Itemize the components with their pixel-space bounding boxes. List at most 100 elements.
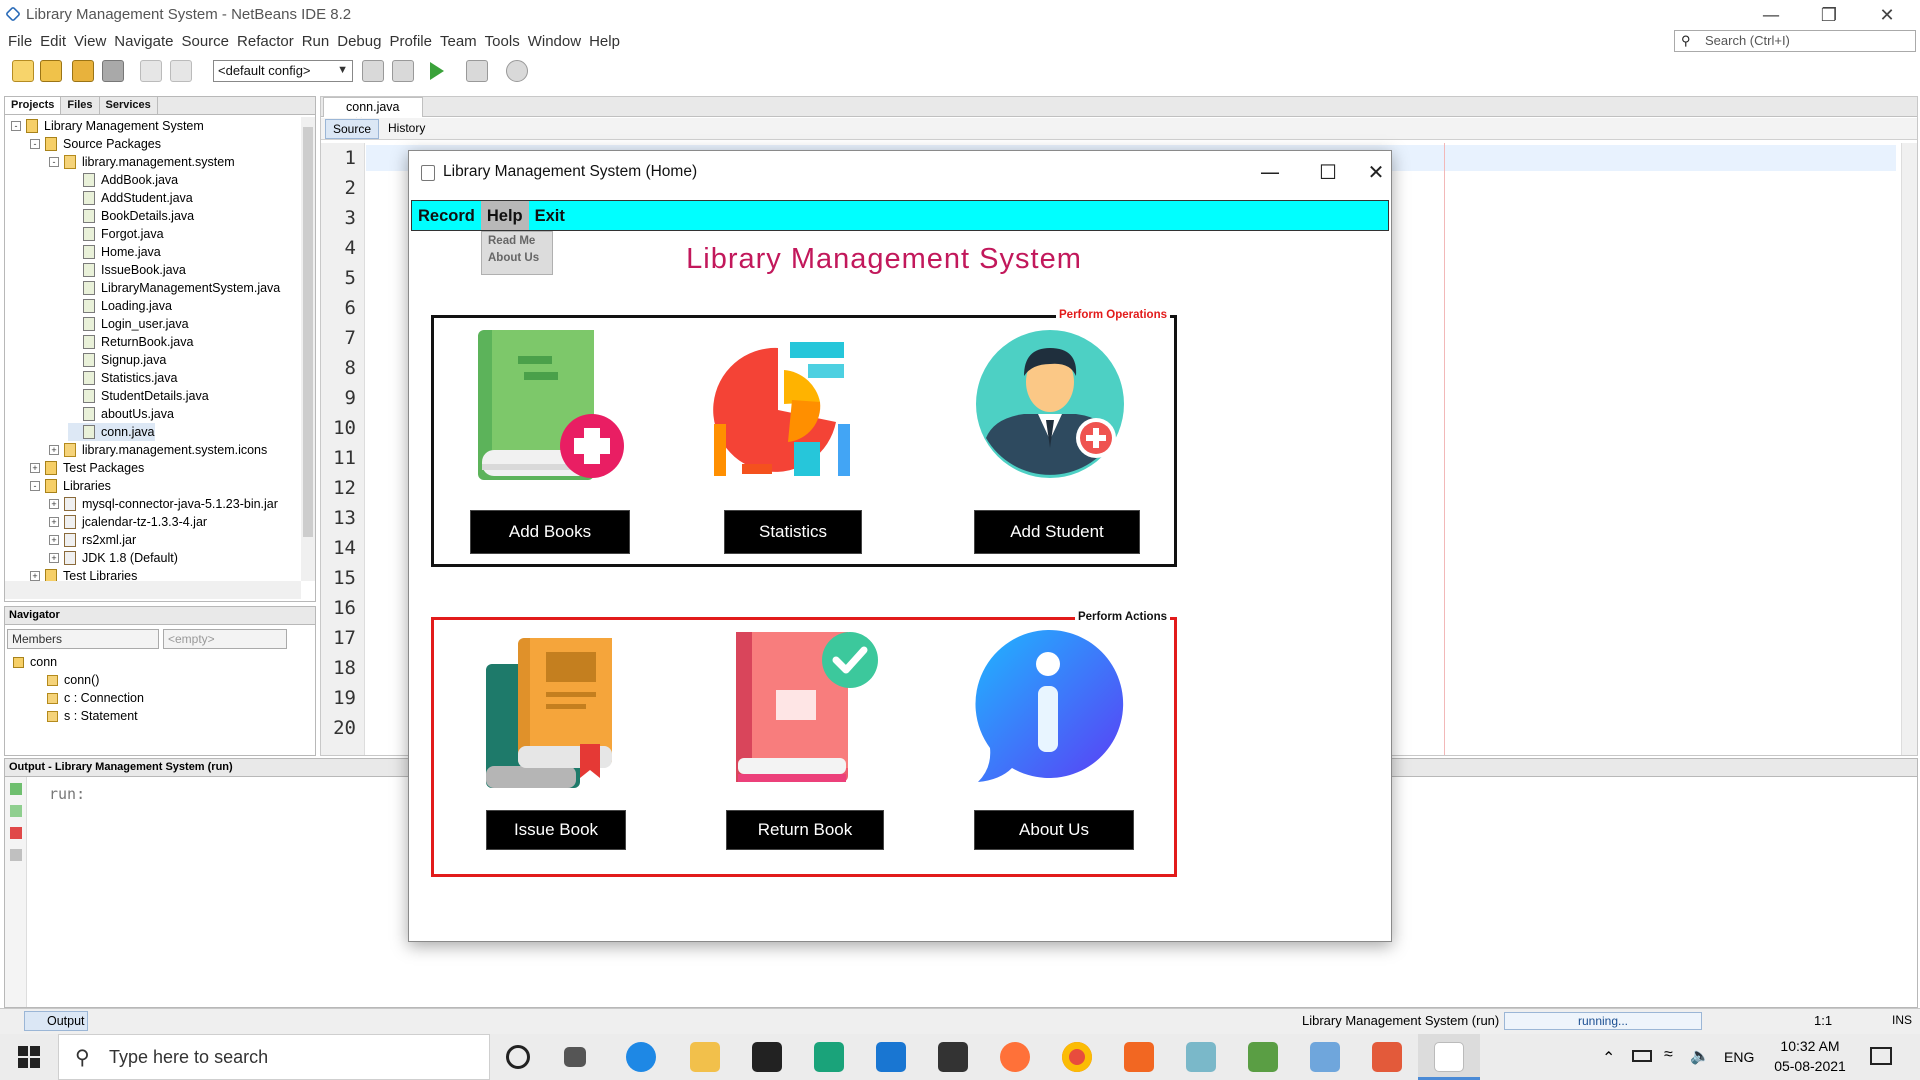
menu-run[interactable]: Run <box>298 30 334 54</box>
menu-edit[interactable]: Edit <box>36 30 70 54</box>
stop-icon[interactable] <box>10 827 22 839</box>
profile-icon[interactable] <box>506 60 528 82</box>
expand-icon[interactable]: + <box>49 553 59 563</box>
run-icon[interactable] <box>430 62 444 80</box>
close-icon[interactable]: ✕ <box>1858 0 1916 30</box>
restore-icon[interactable]: ❐ <box>1800 0 1858 30</box>
clock-time[interactable]: 10:32 AM <box>1776 1038 1844 1054</box>
tree-item[interactable]: Login_user.java <box>68 315 189 333</box>
tree-item[interactable]: LibraryManagementSystem.java <box>68 279 280 297</box>
tree-item[interactable]: Home.java <box>68 243 161 261</box>
expand-icon[interactable]: + <box>49 445 59 455</box>
tree-item[interactable]: conn.java <box>68 423 155 441</box>
expand-icon[interactable]: + <box>49 517 59 527</box>
tree-item[interactable]: + mysql-connector-java-5.1.23-bin.jar <box>49 495 278 513</box>
menu-tools[interactable]: Tools <box>481 30 524 54</box>
app-maximize-icon[interactable]: ☐ <box>1303 157 1353 187</box>
app-icon[interactable] <box>1372 1042 1402 1072</box>
navigator-item[interactable]: conn() <box>47 671 99 689</box>
debug-icon[interactable] <box>466 60 488 82</box>
tree-item[interactable]: + jcalendar-tz-1.3.3-4.jar <box>49 513 207 531</box>
tree-item[interactable]: - Library Management System <box>11 117 204 135</box>
language-indicator[interactable]: ENG <box>1724 1049 1754 1065</box>
tray-chevron-icon[interactable]: ⌃ <box>1602 1048 1615 1068</box>
virtualbox-icon[interactable] <box>1310 1042 1340 1072</box>
app-close-icon[interactable]: ✕ <box>1361 157 1391 187</box>
chrome-icon[interactable] <box>1062 1042 1092 1072</box>
tree-item[interactable]: + JDK 1.8 (Default) <box>49 549 178 567</box>
battery-icon[interactable] <box>1632 1050 1652 1062</box>
tree-item[interactable]: IssueBook.java <box>68 261 186 279</box>
rerun-icon[interactable] <box>10 783 22 795</box>
xampp-icon[interactable] <box>1124 1042 1154 1072</box>
new-file-icon[interactable] <box>12 60 34 82</box>
tree-item[interactable]: Forgot.java <box>68 225 164 243</box>
issue-book-button[interactable]: Issue Book <box>486 810 626 850</box>
file-explorer-icon[interactable] <box>690 1042 720 1072</box>
minimize-icon[interactable]: — <box>1742 0 1800 30</box>
tab-projects[interactable]: Projects <box>5 97 62 114</box>
menu-navigate[interactable]: Navigate <box>110 30 177 54</box>
config-select[interactable]: <default config> ▼ <box>213 60 353 82</box>
expand-icon[interactable]: + <box>49 535 59 545</box>
add-books-button[interactable]: Add Books <box>470 510 630 554</box>
menu-profile[interactable]: Profile <box>385 30 436 54</box>
tab-files[interactable]: Files <box>61 97 100 114</box>
tab-conn-java[interactable]: conn.java ✕ <box>323 97 423 128</box>
navigator-filter-select[interactable]: <empty> <box>163 629 287 649</box>
app-icon[interactable] <box>814 1042 844 1072</box>
editor-vertical-scrollbar[interactable] <box>1901 143 1917 755</box>
app-icon[interactable] <box>1248 1042 1278 1072</box>
menu-record[interactable]: Record <box>412 201 481 230</box>
tree-item[interactable]: + library.management.system.icons <box>49 441 267 459</box>
cortana-icon[interactable] <box>506 1045 530 1069</box>
mail-icon[interactable] <box>876 1042 906 1072</box>
settings-icon[interactable] <box>10 849 22 861</box>
notification-icon[interactable] <box>1870 1047 1892 1065</box>
tree-item[interactable]: - library.management.system <box>49 153 235 171</box>
collapse-icon[interactable]: - <box>49 157 59 167</box>
tree-item[interactable]: Signup.java <box>68 351 166 369</box>
tree-item[interactable]: AddStudent.java <box>68 189 193 207</box>
statistics-button[interactable]: Statistics <box>724 510 862 554</box>
new-project-icon[interactable] <box>40 60 62 82</box>
tree-item[interactable]: - Libraries <box>30 477 111 495</box>
collapse-icon[interactable]: - <box>30 481 40 491</box>
tree-item[interactable]: + rs2xml.jar <box>49 531 136 549</box>
menu-source[interactable]: Source <box>177 30 233 54</box>
wifi-icon[interactable]: ≈ <box>1664 1046 1673 1064</box>
windows-start-icon[interactable] <box>18 1046 40 1068</box>
menu-view[interactable]: View <box>70 30 110 54</box>
menu-exit[interactable]: Exit <box>529 201 571 230</box>
collapse-icon[interactable]: - <box>30 139 40 149</box>
undo-icon[interactable] <box>140 60 162 82</box>
navigator-item[interactable]: conn <box>13 653 57 671</box>
tree-item[interactable]: BookDetails.java <box>68 207 194 225</box>
volume-icon[interactable]: 🔈 <box>1690 1046 1710 1066</box>
taskbar-java-active[interactable] <box>1418 1034 1480 1080</box>
notepad-icon[interactable] <box>1186 1042 1216 1072</box>
taskbar-search-input[interactable]: ⚲ Type here to search <box>58 1034 490 1080</box>
expand-icon[interactable]: + <box>30 571 40 581</box>
task-view-icon[interactable] <box>564 1047 586 1067</box>
rerun-params-icon[interactable] <box>10 805 22 817</box>
notion-icon[interactable] <box>752 1042 782 1072</box>
expand-icon[interactable]: + <box>30 463 40 473</box>
tree-item[interactable]: StudentDetails.java <box>68 387 209 405</box>
expand-icon[interactable]: + <box>49 499 59 509</box>
open-project-icon[interactable] <box>72 60 94 82</box>
menu-help[interactable]: Help <box>480 201 529 230</box>
add-student-button[interactable]: Add Student <box>974 510 1140 554</box>
menu-refactor[interactable]: Refactor <box>233 30 298 54</box>
projects-vertical-scrollbar[interactable] <box>301 117 315 581</box>
tree-item[interactable]: + Test Packages <box>30 459 144 477</box>
return-book-button[interactable]: Return Book <box>726 810 884 850</box>
save-all-icon[interactable] <box>102 60 124 82</box>
tree-item[interactable]: Loading.java <box>68 297 172 315</box>
tab-services[interactable]: Services <box>100 97 158 114</box>
ide-search-input[interactable]: ⚲ Search (Ctrl+I) <box>1674 30 1916 52</box>
menu-debug[interactable]: Debug <box>333 30 385 54</box>
projects-horizontal-scrollbar[interactable] <box>5 581 301 599</box>
menu-file[interactable]: File <box>4 30 36 54</box>
menu-team[interactable]: Team <box>436 30 481 54</box>
